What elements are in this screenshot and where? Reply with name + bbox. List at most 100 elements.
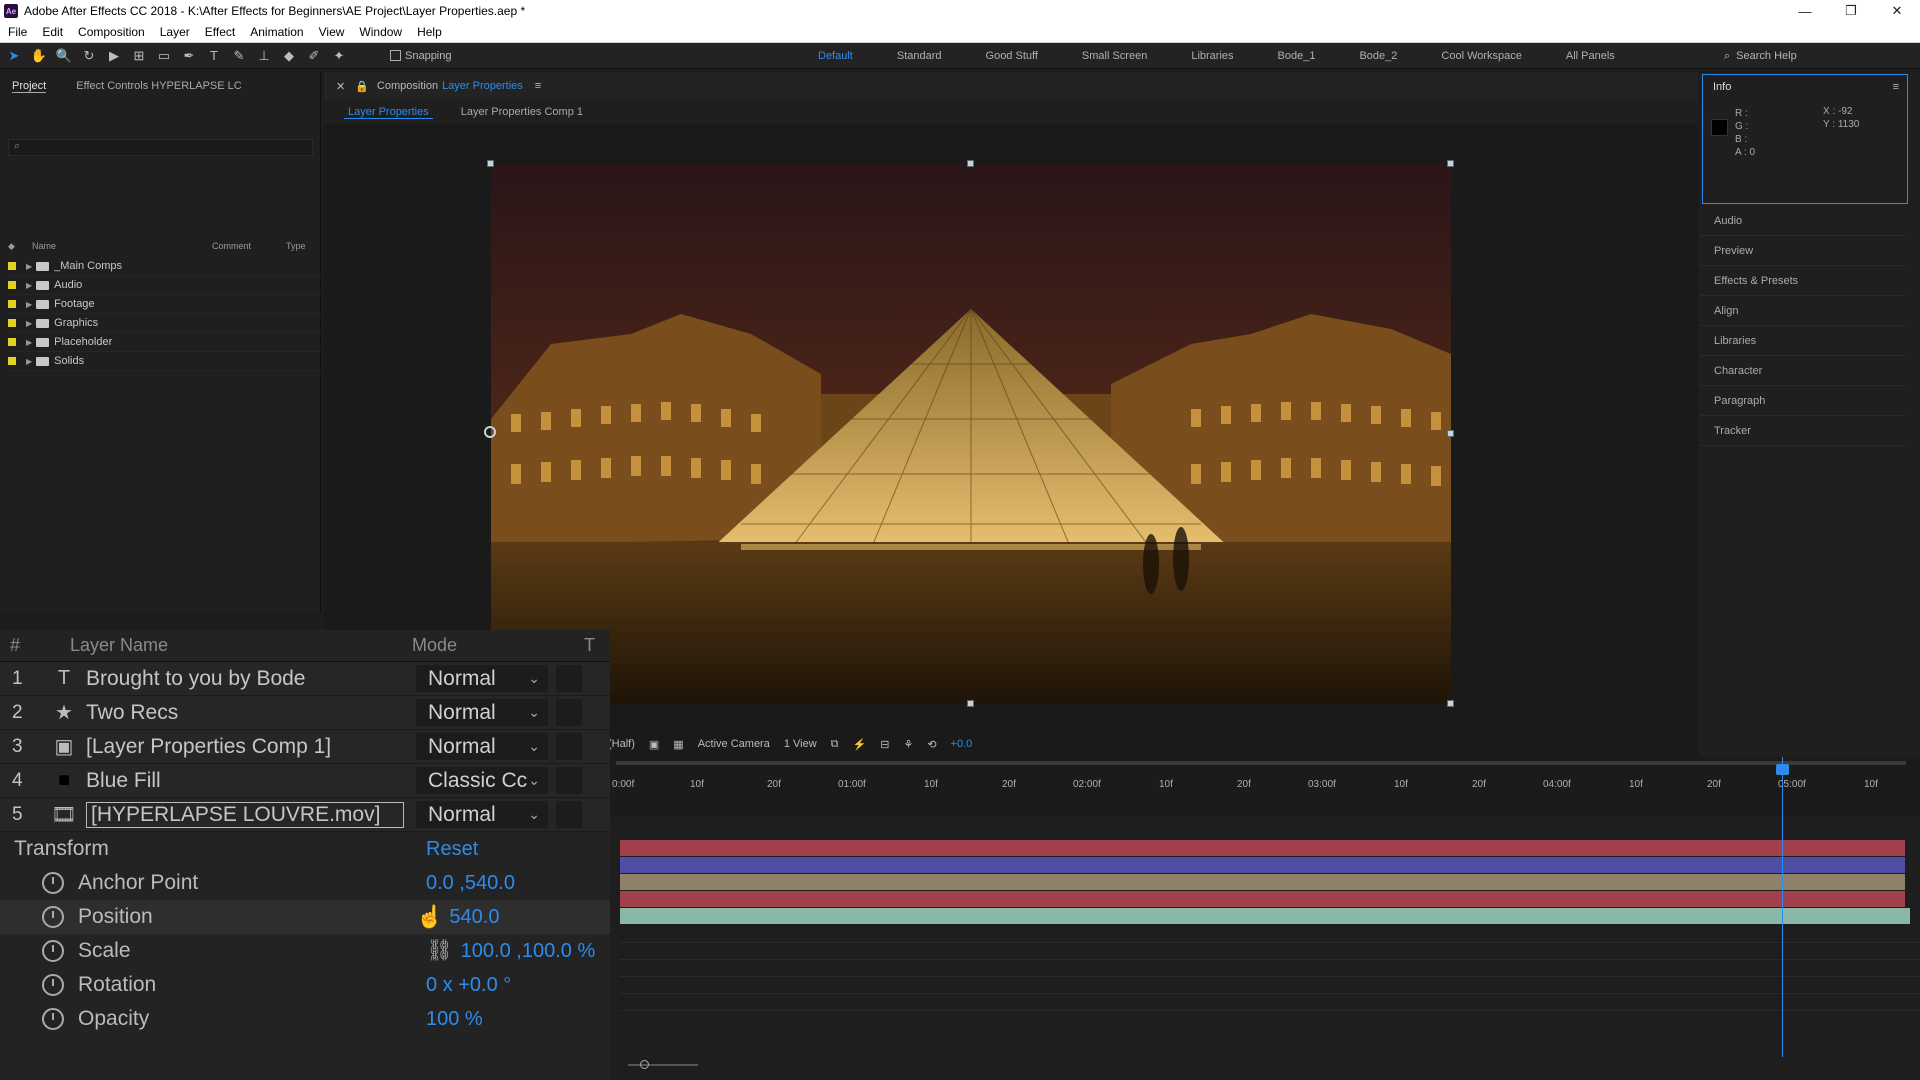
transform-handle-top-right[interactable] (1447, 160, 1454, 167)
panel-libraries[interactable]: Libraries (1700, 326, 1906, 356)
layer-row[interactable]: 3 ▣ [Layer Properties Comp 1] Normal ⌄ (0, 730, 610, 764)
zoom-slider[interactable] (628, 1064, 698, 1066)
label-swatch[interactable] (8, 319, 16, 327)
property-rotation[interactable]: Rotation 0 x +0.0 ° (0, 968, 610, 1002)
property-anchor-point[interactable]: Anchor Point 0.0 ,540.0 (0, 866, 610, 900)
label-column-icon[interactable]: ◆ (8, 241, 32, 252)
project-search-input[interactable]: ⌕ (8, 139, 313, 156)
layer-name[interactable]: [Layer Properties Comp 1] (86, 735, 416, 759)
workspace-good-stuff[interactable]: Good Stuff (986, 50, 1038, 62)
layer-row[interactable]: 2 ★ Two Recs Normal ⌄ (0, 696, 610, 730)
current-time-indicator[interactable] (1782, 757, 1783, 1057)
pan-behind-tool-icon[interactable]: ⊞ (128, 45, 150, 67)
opacity-value[interactable]: 100 % (426, 1008, 483, 1031)
toggle-pixel-aspect-icon[interactable]: ⧉ (831, 738, 839, 751)
panel-tracker[interactable]: Tracker (1700, 416, 1906, 446)
workspace-default[interactable]: Default (818, 50, 853, 62)
layer-bar-1[interactable] (620, 840, 1905, 856)
snapping-checkbox[interactable] (390, 50, 401, 61)
column-name[interactable]: Name (32, 241, 212, 251)
blend-mode-dropdown[interactable]: Normal ⌄ (416, 733, 548, 760)
workspace-cool[interactable]: Cool Workspace (1441, 50, 1522, 62)
menu-file[interactable]: File (8, 25, 27, 39)
minimize-button[interactable]: — (1782, 0, 1828, 22)
exposure-value[interactable]: +0.0 (951, 738, 973, 750)
flowchart-icon[interactable]: ⚘ (903, 738, 913, 751)
stopwatch-icon[interactable] (42, 906, 64, 928)
transparency-grid-icon[interactable]: ▦ (673, 738, 683, 751)
label-swatch[interactable] (8, 300, 16, 308)
layer-bar-4[interactable] (620, 891, 1905, 907)
column-number[interactable]: # (0, 635, 70, 656)
workspace-standard[interactable]: Standard (897, 50, 942, 62)
preserve-transparency-toggle[interactable] (556, 801, 582, 828)
zoom-slider-thumb[interactable] (640, 1060, 649, 1069)
column-type[interactable]: Type (286, 241, 306, 251)
work-area-bar[interactable] (616, 761, 1906, 765)
composition-tab-name[interactable]: Layer Properties (442, 80, 523, 92)
label-swatch[interactable] (8, 281, 16, 289)
menu-help[interactable]: Help (417, 25, 442, 39)
camera-dropdown[interactable]: Active Camera (698, 738, 770, 750)
stopwatch-icon[interactable] (42, 974, 64, 996)
menu-effect[interactable]: Effect (205, 25, 235, 39)
view-layout-dropdown[interactable]: 1 View (784, 738, 817, 750)
project-item[interactable]: ▶ Footage (8, 295, 321, 314)
puppet-pin-tool-icon[interactable]: ✦ (328, 45, 350, 67)
menu-view[interactable]: View (319, 25, 345, 39)
panel-effects-presets[interactable]: Effects & Presets (1700, 266, 1906, 296)
workspace-all-panels[interactable]: All Panels (1566, 50, 1615, 62)
blend-mode-dropdown[interactable]: Classic Cc ⌄ (416, 767, 548, 794)
time-ruler[interactable]: 0:00f 10f 20f 01:00f 10f 20f 02:00f 10f … (610, 757, 1920, 817)
expand-arrow-icon[interactable]: ▶ (26, 262, 32, 271)
transform-handle-middle-right[interactable] (1447, 430, 1454, 437)
label-swatch[interactable] (8, 338, 16, 346)
expand-arrow-icon[interactable]: ▶ (26, 281, 32, 290)
position-value[interactable]: 540.0 (449, 906, 499, 929)
selection-tool-icon[interactable]: ➤ (3, 45, 25, 67)
scale-value[interactable]: 100.0 ,100.0 % (461, 940, 596, 963)
fast-previews-icon[interactable]: ⚡ (853, 738, 867, 751)
transform-handle-top-left[interactable] (487, 160, 494, 167)
reset-transform-link[interactable]: Reset (426, 838, 478, 861)
property-scale[interactable]: Scale ⛓ 100.0 ,100.0 % (0, 934, 610, 968)
panel-paragraph[interactable]: Paragraph (1700, 386, 1906, 416)
zoom-tool-icon[interactable]: 🔍 (53, 45, 75, 67)
panel-audio[interactable]: Audio (1700, 206, 1906, 236)
workspace-libraries[interactable]: Libraries (1191, 50, 1233, 62)
playhead-handle-icon[interactable] (1776, 764, 1789, 775)
restore-button[interactable]: ❐ (1828, 0, 1874, 22)
hand-tool-icon[interactable]: ✋ (28, 45, 50, 67)
panel-menu-icon[interactable]: ≡ (1893, 81, 1899, 93)
layer-bar-5[interactable] (620, 908, 1910, 924)
transform-handle-top-center[interactable] (967, 160, 974, 167)
menu-layer[interactable]: Layer (160, 25, 190, 39)
composition-viewer[interactable] (491, 164, 1451, 704)
workspace-bode-2[interactable]: Bode_2 (1359, 50, 1397, 62)
column-comment[interactable]: Comment (212, 241, 286, 251)
workspace-bode-1[interactable]: Bode_1 (1278, 50, 1316, 62)
label-swatch[interactable] (8, 262, 16, 270)
panel-character[interactable]: Character (1700, 356, 1906, 386)
search-help-field[interactable]: ⌕ Search Help (1724, 47, 1914, 65)
tab-effect-controls[interactable]: Effect Controls HYPERLAPSE LC (76, 80, 241, 92)
stopwatch-icon[interactable] (42, 940, 64, 962)
layer-row-selected[interactable]: 5 🎞 [HYPERLAPSE LOUVRE.mov] Normal ⌄ (0, 798, 610, 832)
blend-mode-dropdown[interactable]: Normal ⌄ (416, 699, 548, 726)
project-item[interactable]: ▶ Graphics (8, 314, 321, 333)
preserve-transparency-toggle[interactable] (556, 665, 582, 692)
transform-handle-bottom-right[interactable] (1447, 700, 1454, 707)
rectangle-tool-icon[interactable]: ▭ (153, 45, 175, 67)
menu-animation[interactable]: Animation (250, 25, 303, 39)
snapping-toggle[interactable]: Snapping (390, 50, 452, 62)
expand-arrow-icon[interactable]: ▶ (26, 338, 32, 347)
expand-arrow-icon[interactable]: ▶ (26, 319, 32, 328)
tab-project[interactable]: Project (12, 80, 47, 93)
expand-arrow-icon[interactable]: ▶ (26, 300, 32, 309)
type-tool-icon[interactable]: T (203, 45, 225, 67)
constrain-proportions-icon[interactable]: ⛓ (426, 939, 453, 963)
layer-bar-2[interactable] (620, 857, 1905, 873)
resolution-dropdown[interactable]: (Half) (608, 738, 635, 750)
preserve-transparency-toggle[interactable] (556, 699, 582, 726)
menu-edit[interactable]: Edit (42, 25, 63, 39)
